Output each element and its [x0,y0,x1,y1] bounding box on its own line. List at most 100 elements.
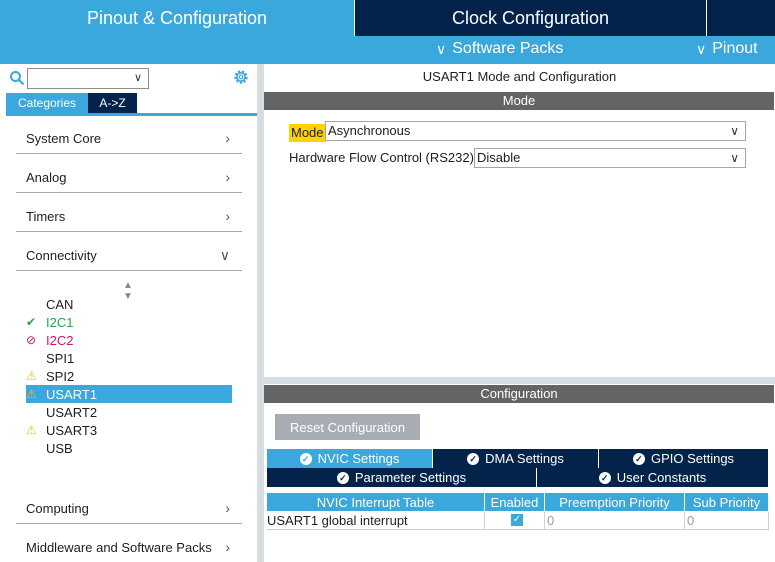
warning-icon: ⚠ [26,387,37,401]
category-computing[interactable]: Computing › [16,494,242,524]
category-system-core[interactable]: System Core › [16,124,242,154]
chevron-down-icon: ∨ [696,40,707,57]
pinout-menu[interactable]: ∨ Pinout [696,40,758,58]
peripheral-label: SPI2 [46,368,75,384]
tab-clock-configuration[interactable]: Clock Configuration [354,0,706,36]
tab-user-constants[interactable]: ✓ User Constants [537,468,769,487]
chevron-right-icon[interactable]: › [225,130,230,146]
tab-gpio-label: GPIO Settings [650,451,735,466]
tab-nvic-settings[interactable]: ✓ NVIC Settings [267,449,433,468]
panel-title: USART1 Mode and Configuration [422,69,617,84]
peripheral-spi1[interactable]: SPI1 [26,349,232,367]
peripheral-usart3[interactable]: ⚠ USART3 [26,421,232,439]
category-view-tabs: Categories A->Z [6,93,137,113]
col-sub-priority: Sub Priority [685,493,769,511]
peripheral-can[interactable]: CAN [26,295,232,313]
check-circle-icon: ✓ [632,452,645,465]
chevron-down-icon[interactable]: ∨ [730,122,739,140]
check-circle-icon: ✓ [467,452,480,465]
check-circle-icon: ✓ [598,471,611,484]
col-preemption-priority: Preemption Priority [545,493,685,511]
reset-configuration-button[interactable]: Reset Configuration [275,414,420,440]
chevron-right-icon[interactable]: › [225,500,230,516]
peripheral-label: I2C2 [46,332,74,348]
chevron-down-icon[interactable]: ∨ [134,71,142,84]
category-label: Timers [26,209,66,224]
category-middleware-and-software-packs[interactable]: Middleware and Software Packs › [16,533,242,562]
category-panel: ∨ Categories A->Z System Core › Analog › Tim… [0,64,257,562]
chevron-down-icon[interactable]: ∨ [730,149,739,167]
chevron-down-icon: ∨ [436,40,447,57]
tab-categories[interactable]: Categories [6,93,88,113]
check-icon: ✔ [26,315,37,329]
flow-control-value: Disable [477,150,521,165]
peripheral-label: I2C1 [46,314,74,330]
category-label: Middleware and Software Packs [26,540,212,555]
mode-select[interactable]: Asynchronous ∨ [325,121,746,141]
software-packs-menu[interactable]: ∨ Software Packs [436,40,563,58]
warning-icon: ⚠ [26,423,37,437]
stm32cubemx-window: Pinout & Configuration Clock Configurati… [0,0,775,562]
tab-underline [6,113,257,116]
col-interrupt-table: NVIC Interrupt Table [267,493,485,511]
tab-parameter-label: Parameter Settings [354,470,467,485]
chevron-right-icon[interactable]: › [225,208,230,224]
check-circle-icon: ✓ [336,471,349,484]
enabled-checkbox[interactable]: ✓ [511,514,523,526]
mode-configuration-panel: USART1 Mode and Configuration Mode Mode … [264,64,775,562]
tab-parameter-settings[interactable]: ✓ Parameter Settings [267,468,537,487]
tab-gpio-settings[interactable]: ✓ GPIO Settings [599,449,769,468]
mode-label: Mode [289,124,326,142]
section-splitter[interactable] [264,377,775,384]
col-enabled: Enabled [485,493,545,511]
software-packs-label: Software Packs [452,40,564,57]
mode-section-header: Mode [264,92,774,110]
peripheral-label: USART2 [46,404,98,420]
chevron-right-icon[interactable]: › [225,539,230,555]
peripheral-spi2[interactable]: ⚠ SPI2 [26,367,232,385]
table-cell-sub-priority[interactable]: 0 [685,512,769,530]
category-analog[interactable]: Analog › [16,163,242,193]
panel-splitter[interactable] [257,64,264,562]
category-label: Computing [26,501,89,516]
peripheral-label: USART3 [46,422,98,438]
category-timers[interactable]: Timers › [16,202,242,232]
mode-select-value: Asynchronous [328,123,411,138]
search-icon[interactable] [9,70,25,86]
tab-dma-label: DMA Settings [485,451,564,466]
warning-icon: ⚠ [26,369,37,383]
chevron-right-icon[interactable]: › [225,169,230,185]
tab-pinout-configuration[interactable]: Pinout & Configuration [0,0,354,36]
category-connectivity[interactable]: Connectivity ∨ [16,241,242,271]
category-label: Analog [26,170,67,185]
peripheral-label: CAN [46,296,74,312]
peripheral-usart1[interactable]: ⚠ USART1 [26,385,232,403]
chevron-down-icon[interactable]: ∨ [220,247,230,264]
configuration-section-header: Configuration [264,385,774,403]
tab-user-constants-label: User Constants [616,470,707,485]
flow-control-label: Hardware Flow Control (RS232) [289,150,474,165]
peripheral-i2c2[interactable]: ⊘ I2C2 [26,331,232,349]
flow-control-select[interactable]: Disable ∨ [474,148,746,168]
sub-toolbar: ∨ Software Packs ∨ Pinout [0,36,775,64]
category-label: System Core [26,131,102,146]
peripheral-label: USB [46,440,73,456]
table-cell-enabled: ✓ [485,512,545,530]
peripheral-label: SPI1 [46,350,75,366]
search-input[interactable]: ∨ [27,68,149,89]
tab-dma-settings[interactable]: ✓ DMA Settings [433,449,599,468]
tab-a-to-z[interactable]: A->Z [88,93,137,113]
table-cell-interrupt-name: USART1 global interrupt [267,512,485,530]
pinout-menu-label: Pinout [712,40,758,57]
gear-icon[interactable] [232,68,250,86]
tab-nvic-label: NVIC Settings [317,451,400,466]
table-cell-preemption[interactable]: 0 [545,512,685,530]
blocked-icon: ⊘ [26,333,37,347]
peripheral-usart2[interactable]: USART2 [26,403,232,421]
peripheral-i2c1[interactable]: ✔ I2C1 [26,313,232,331]
peripheral-usb[interactable]: USB [26,439,232,457]
check-circle-icon: ✓ [299,452,312,465]
category-label: Connectivity [26,248,97,263]
peripheral-label: USART1 [46,386,98,402]
tab-extra[interactable] [706,0,775,36]
